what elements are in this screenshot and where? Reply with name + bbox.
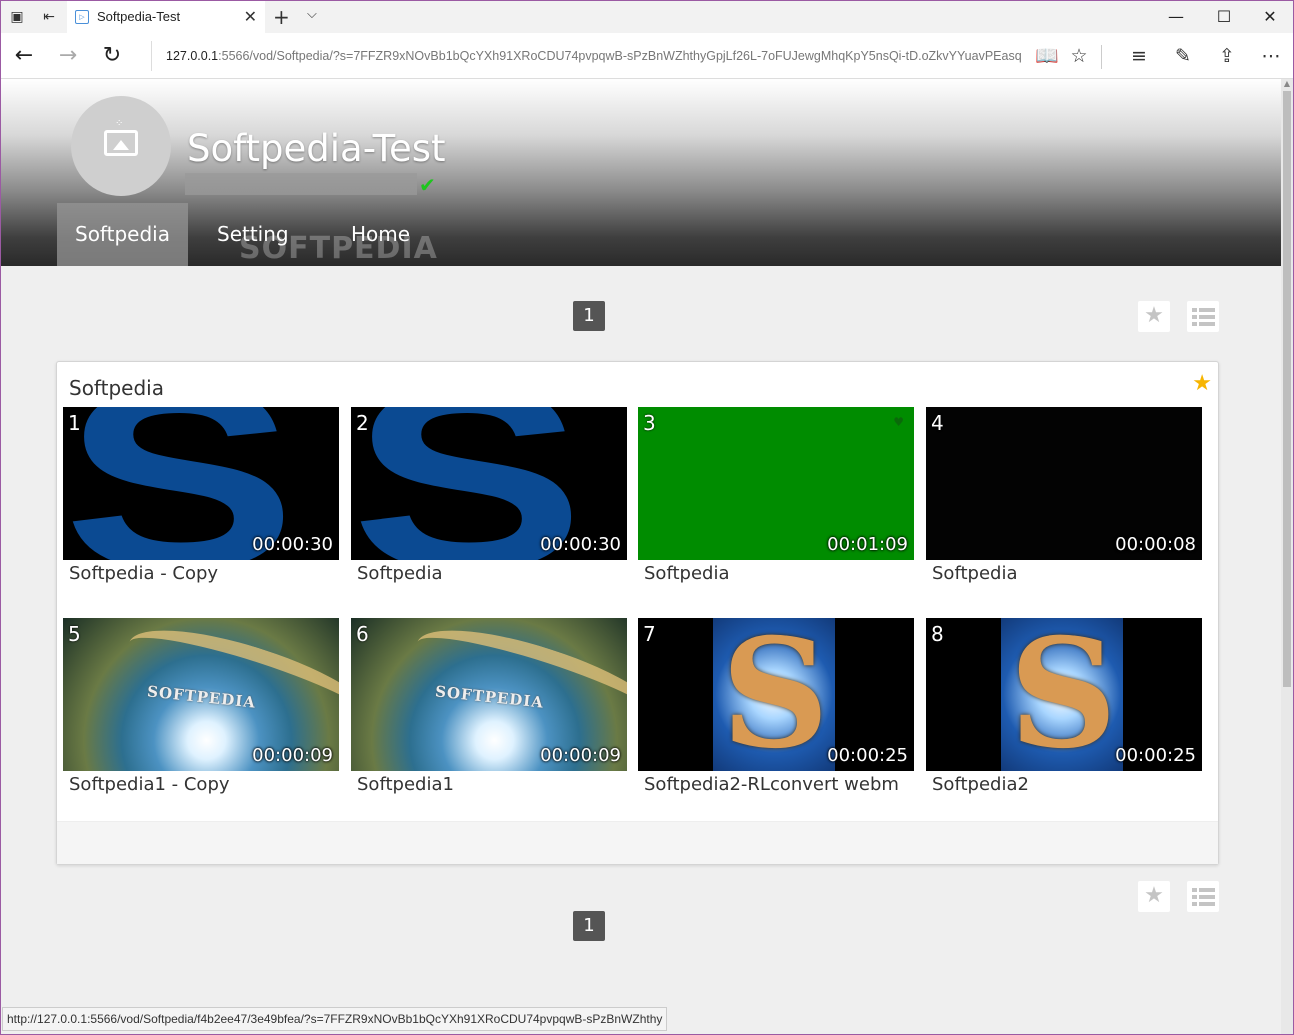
video-duration: 00:00:09 — [540, 745, 621, 766]
video-duration: 00:00:30 — [540, 534, 621, 555]
tab-manager-icon[interactable]: ▣ — [7, 7, 27, 27]
video-duration: 00:00:08 — [1115, 534, 1196, 555]
forward-icon[interactable]: → — [53, 41, 83, 71]
image-placeholder-icon — [104, 130, 138, 156]
url-path: :5566/vod/Softpedia/?s=7FFZR9xNOvBb1bQcY… — [218, 49, 1022, 63]
set-tabs-aside-icon[interactable]: ⇤ — [39, 7, 59, 27]
channel-subtitle-redacted — [185, 173, 417, 195]
sparkle-icon: ⁘ — [115, 118, 124, 129]
maximize-icon[interactable]: ☐ — [1201, 5, 1247, 29]
video-duration: 00:00:09 — [252, 745, 333, 766]
toolbar-divider — [1101, 45, 1102, 69]
favorite-star-icon[interactable]: ☆ — [1065, 41, 1093, 71]
nav-tab-softpedia[interactable]: Softpedia — [57, 203, 188, 266]
bookmark-icon: ♥ — [893, 415, 904, 429]
browser-window: ▣ ⇤ ▷ Softpedia-Test ✕ + ⌵ — ☐ ✕ ← → ↻ 1… — [0, 0, 1294, 1035]
video-thumbnail[interactable]: SOFTPEDIA 6 00:00:09 — [351, 618, 627, 771]
video-title[interactable]: Softpedia — [932, 563, 1202, 584]
pager-page-bottom[interactable]: 1 — [573, 911, 605, 941]
watermark: SOFTPEDIA — [239, 231, 438, 266]
video-index: 6 — [356, 622, 369, 646]
video-thumbnail[interactable]: SOFTPEDIA 5 00:00:09 — [63, 618, 339, 771]
star-icon: ★ — [1144, 303, 1164, 328]
video-title[interactable]: Softpedia - Copy — [69, 563, 339, 584]
page-content: ⁘ Softpedia-Test ✔ Softpedia Setting Hom… — [1, 79, 1281, 1034]
list-view-button-bottom[interactable] — [1187, 881, 1219, 912]
page-favicon-icon: ▷ — [75, 10, 89, 24]
video-index: 7 — [643, 622, 656, 646]
video-title[interactable]: Softpedia1 — [357, 774, 627, 795]
channel-title: Softpedia-Test — [187, 127, 446, 170]
video-title[interactable]: Softpedia2-RLconvert webm — [644, 774, 914, 795]
video-thumbnail[interactable]: S 8 00:00:25 — [926, 618, 1202, 771]
back-icon[interactable]: ← — [9, 41, 39, 71]
video-duration: 00:00:25 — [827, 745, 908, 766]
web-note-icon[interactable]: ✎ — [1169, 41, 1197, 71]
video-index: 4 — [931, 411, 944, 435]
video-thumbnail[interactable]: ♥ 3 00:01:09 — [638, 407, 914, 560]
video-card[interactable]: S 8 00:00:25 Softpedia2 — [926, 618, 1202, 795]
scrollbar-thumb[interactable] — [1283, 91, 1291, 687]
favorites-filter-button-bottom[interactable]: ★ — [1138, 881, 1170, 912]
browser-tab[interactable]: ▷ Softpedia-Test ✕ — [67, 1, 265, 33]
video-duration: 00:00:30 — [252, 534, 333, 555]
video-title[interactable]: Softpedia — [644, 563, 914, 584]
video-thumbnail[interactable]: 4 00:00:08 — [926, 407, 1202, 560]
video-title[interactable]: Softpedia2 — [932, 774, 1202, 795]
channel-avatar[interactable]: ⁘ — [71, 96, 171, 196]
verified-check-icon: ✔ — [419, 173, 436, 197]
video-card[interactable]: S 1 00:00:30 Softpedia - Copy — [63, 407, 339, 584]
video-thumbnail[interactable]: S 1 00:00:30 — [63, 407, 339, 560]
pager-page-top[interactable]: 1 — [573, 301, 605, 331]
list-icon — [1192, 308, 1215, 326]
tab-title: Softpedia-Test — [97, 9, 181, 24]
tab-bar: ▣ ⇤ ▷ Softpedia-Test ✕ + ⌵ — ☐ ✕ — [1, 1, 1293, 33]
list-view-button[interactable] — [1187, 301, 1219, 332]
folder-favorite-star-icon[interactable]: ★ — [1192, 371, 1212, 396]
video-index: 5 — [68, 622, 81, 646]
video-card[interactable]: SOFTPEDIA 5 00:00:09 Softpedia1 - Copy — [63, 618, 339, 795]
close-tab-icon[interactable]: ✕ — [244, 7, 257, 26]
video-card[interactable]: S 2 00:00:30 Softpedia — [351, 407, 627, 584]
page-scrollbar[interactable]: ▲ — [1281, 79, 1293, 1034]
refresh-icon[interactable]: ↻ — [97, 41, 127, 71]
video-index: 3 — [643, 411, 656, 435]
channel-header: ⁘ Softpedia-Test ✔ Softpedia Setting Hom… — [1, 79, 1281, 266]
video-duration: 00:01:09 — [827, 534, 908, 555]
video-title[interactable]: Softpedia1 - Copy — [69, 774, 339, 795]
video-folder-panel: Softpedia ★ S 1 00:00:30 Softpedia - Cop… — [56, 361, 1219, 865]
hub-icon[interactable]: ≡ — [1125, 41, 1153, 71]
star-icon: ★ — [1144, 883, 1164, 908]
video-card[interactable]: 4 00:00:08 Softpedia — [926, 407, 1202, 584]
video-index: 2 — [356, 411, 369, 435]
video-card[interactable]: SOFTPEDIA 6 00:00:09 Softpedia1 — [351, 618, 627, 795]
address-bar[interactable]: 127.0.0.1:5566/vod/Softpedia/?s=7FFZR9xN… — [151, 41, 1022, 71]
share-icon[interactable]: ⇪ — [1213, 41, 1241, 71]
more-icon[interactable]: ⋯ — [1257, 41, 1285, 71]
video-card[interactable]: S 7 00:00:25 Softpedia2-RLconvert webm — [638, 618, 914, 795]
video-index: 1 — [68, 411, 81, 435]
url-host: 127.0.0.1 — [166, 49, 219, 63]
panel-footer — [57, 821, 1218, 864]
status-bar-url: http://127.0.0.1:5566/vod/Softpedia/f4b2… — [2, 1007, 668, 1031]
video-thumbnail[interactable]: S 7 00:00:25 — [638, 618, 914, 771]
video-thumbnail[interactable]: S 2 00:00:30 — [351, 407, 627, 560]
favorites-filter-button[interactable]: ★ — [1138, 301, 1170, 332]
video-title[interactable]: Softpedia — [357, 563, 627, 584]
close-window-icon[interactable]: ✕ — [1247, 5, 1293, 29]
list-icon — [1192, 888, 1215, 906]
video-card[interactable]: ♥ 3 00:01:09 Softpedia — [638, 407, 914, 584]
video-duration: 00:00:25 — [1115, 745, 1196, 766]
new-tab-icon[interactable]: + — [273, 5, 290, 29]
address-toolbar: ← → ↻ 127.0.0.1:5566/vod/Softpedia/?s=7F… — [1, 33, 1293, 79]
tab-preview-chevron-icon[interactable]: ⌵ — [307, 7, 317, 22]
reading-view-icon[interactable]: 📖 — [1033, 41, 1061, 71]
video-index: 8 — [931, 622, 944, 646]
minimize-icon[interactable]: — — [1153, 5, 1199, 29]
folder-title: Softpedia — [69, 376, 164, 400]
scroll-up-icon[interactable]: ▲ — [1281, 79, 1293, 91]
